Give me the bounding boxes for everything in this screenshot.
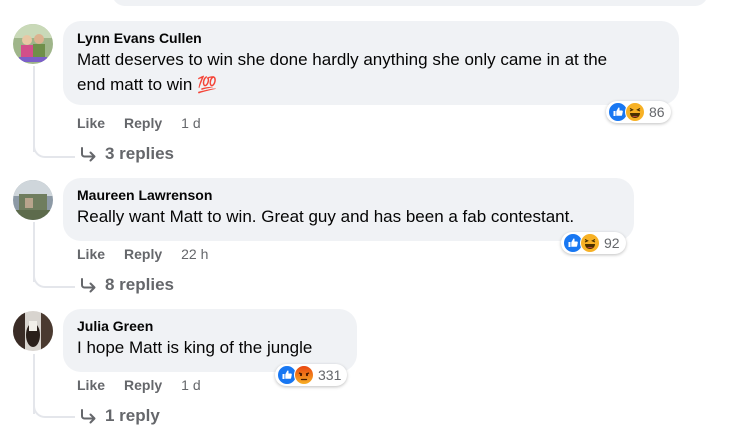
comment-actions: Like Reply 1 d xyxy=(77,114,201,132)
haha-icon xyxy=(625,102,645,122)
haha-icon xyxy=(580,233,600,253)
comment-author[interactable]: Lynn Evans Cullen xyxy=(77,29,667,47)
replies-count-label: 8 replies xyxy=(105,275,174,294)
comment-timestamp[interactable]: 22 h xyxy=(181,245,208,263)
reaction-count: 86 xyxy=(649,104,665,120)
comment-actions: Like Reply 22 h xyxy=(77,245,208,263)
like-button[interactable]: Like xyxy=(77,245,105,263)
previous-comment-bubble xyxy=(112,0,708,6)
comment-text: Really want Matt to win. Great guy and h… xyxy=(77,207,575,226)
reply-arrow-icon xyxy=(79,408,97,424)
view-replies-link[interactable]: 1 reply xyxy=(79,406,160,426)
view-replies-link[interactable]: 8 replies xyxy=(79,275,174,295)
view-replies-link[interactable]: 3 replies xyxy=(79,144,174,164)
reactions-summary[interactable]: 92 xyxy=(561,232,626,254)
replies-count-label: 3 replies xyxy=(105,144,174,163)
comment-text: Matt deserves to win she done hardly any… xyxy=(77,47,667,98)
reply-button[interactable]: Reply xyxy=(124,376,162,394)
replies-count-label: 1 reply xyxy=(105,406,160,425)
comment-timestamp[interactable]: 1 d xyxy=(181,114,200,132)
comment-text-line: end matt to win 💯 xyxy=(77,72,667,98)
thread-elbow xyxy=(33,266,75,288)
reply-arrow-icon xyxy=(79,277,97,293)
comment-bubble: Maureen Lawrenson Really want Matt to wi… xyxy=(63,178,634,241)
angry-icon xyxy=(294,365,314,385)
avatar[interactable] xyxy=(13,180,53,220)
avatar[interactable] xyxy=(13,24,53,64)
comment-author[interactable]: Julia Green xyxy=(77,317,345,335)
comment-actions: Like Reply 1 d xyxy=(77,376,201,394)
reactions-summary[interactable]: 86 xyxy=(606,101,671,123)
reactions-summary[interactable]: 331 xyxy=(275,364,348,386)
reaction-count: 331 xyxy=(318,367,342,383)
comment-bubble: Julia Green I hope Matt is king of the j… xyxy=(63,309,357,372)
comment-timestamp[interactable]: 1 d xyxy=(181,376,200,394)
comment-bubble: Lynn Evans Cullen Matt deserves to win s… xyxy=(63,21,679,105)
comment-text-fragment: end matt to win xyxy=(77,75,193,94)
comment-author[interactable]: Maureen Lawrenson xyxy=(77,186,622,204)
reaction-count: 92 xyxy=(604,235,620,251)
reply-arrow-icon xyxy=(79,146,97,162)
reply-button[interactable]: Reply xyxy=(124,245,162,263)
reply-button[interactable]: Reply xyxy=(124,114,162,132)
avatar[interactable] xyxy=(13,311,53,351)
comment-text: I hope Matt is king of the jungle xyxy=(77,338,313,357)
thread-elbow xyxy=(33,136,75,158)
like-button[interactable]: Like xyxy=(77,114,105,132)
hundred-points-emoji: 💯 xyxy=(197,77,217,94)
like-button[interactable]: Like xyxy=(77,376,105,394)
comment-text-line: Matt deserves to win she done hardly any… xyxy=(77,50,608,69)
thread-elbow xyxy=(33,396,75,418)
